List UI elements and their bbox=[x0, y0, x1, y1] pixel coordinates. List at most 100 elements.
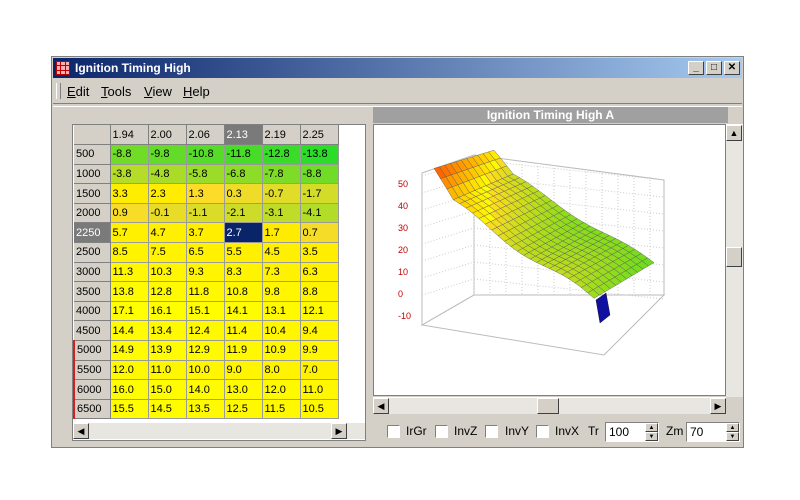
table-cell[interactable]: -10.8 bbox=[186, 144, 225, 165]
table-horizontal-scrollbar[interactable]: ◀ ▶ bbox=[73, 422, 365, 439]
scroll-right-button[interactable]: ▶ bbox=[331, 423, 347, 439]
table-cell[interactable]: -6.8 bbox=[224, 164, 263, 185]
table-cell[interactable]: -9.8 bbox=[148, 144, 187, 165]
table-cell[interactable]: -8.8 bbox=[300, 164, 339, 185]
row-header[interactable]: 6000 bbox=[73, 379, 111, 400]
table-cell[interactable]: -0.1 bbox=[148, 203, 187, 224]
scroll-up-button[interactable]: ▲ bbox=[726, 125, 742, 141]
table-cell[interactable]: 7.5 bbox=[148, 242, 187, 263]
column-header[interactable]: 2.19 bbox=[262, 125, 301, 146]
table-cell[interactable]: 12.5 bbox=[224, 399, 263, 420]
row-header[interactable]: 5000 bbox=[73, 340, 111, 361]
zm-down-button[interactable]: ▼ bbox=[726, 432, 739, 441]
table-cell[interactable]: 9.8 bbox=[262, 281, 301, 302]
table-cell[interactable]: 2.7 bbox=[224, 222, 263, 244]
plot-scroll-left-button[interactable]: ◀ bbox=[373, 398, 389, 414]
table-cell[interactable]: -12.8 bbox=[262, 144, 301, 165]
table-cell[interactable]: 10.0 bbox=[186, 360, 225, 381]
table-cell[interactable]: 11.9 bbox=[224, 340, 263, 361]
invy-checkbox[interactable] bbox=[485, 425, 498, 438]
table-cell[interactable]: 0.7 bbox=[300, 222, 339, 244]
plot-vertical-scrollbar[interactable]: ▲ bbox=[726, 124, 743, 397]
table-cell[interactable]: 14.1 bbox=[224, 301, 263, 322]
plot-horizontal-scrollbar[interactable]: ◀ ▶ bbox=[373, 397, 726, 414]
table-cell[interactable]: 13.0 bbox=[224, 379, 263, 400]
row-header[interactable]: 1000 bbox=[74, 164, 111, 185]
row-header[interactable]: 500 bbox=[74, 144, 111, 165]
table-cell[interactable]: -4.8 bbox=[148, 164, 187, 185]
table-cell[interactable]: -5.8 bbox=[186, 164, 225, 185]
column-header[interactable]: 2.06 bbox=[186, 125, 225, 146]
table-cell[interactable]: 13.9 bbox=[148, 340, 187, 361]
table-cell[interactable]: 15.5 bbox=[110, 399, 149, 420]
row-header[interactable]: 4500 bbox=[74, 320, 111, 342]
table-cell[interactable]: -1.7 bbox=[300, 183, 339, 204]
table-cell[interactable]: 10.4 bbox=[262, 320, 301, 342]
row-header[interactable]: 2000 bbox=[74, 203, 111, 224]
column-header[interactable]: 2.00 bbox=[148, 125, 187, 146]
table-cell[interactable]: 16.0 bbox=[110, 379, 149, 400]
tr-down-button[interactable]: ▼ bbox=[645, 432, 658, 441]
table-cell[interactable]: 14.4 bbox=[110, 320, 149, 342]
table-cell[interactable]: -11.8 bbox=[224, 144, 263, 165]
table-cell[interactable]: 3.7 bbox=[186, 222, 225, 244]
table-cell[interactable]: 6.3 bbox=[300, 262, 339, 283]
column-header[interactable]: 2.13 bbox=[224, 125, 263, 146]
table-cell[interactable]: 13.1 bbox=[262, 301, 301, 322]
scroll-left-button[interactable]: ◀ bbox=[73, 423, 89, 439]
table-cell[interactable]: 11.3 bbox=[110, 262, 149, 283]
title-bar[interactable]: Ignition Timing High _ □ ✕ bbox=[53, 58, 742, 78]
menu-edit[interactable]: Edit bbox=[67, 84, 89, 99]
table-cell[interactable]: 8.3 bbox=[224, 262, 263, 283]
table-cell[interactable]: -2.1 bbox=[224, 203, 263, 224]
table-cell[interactable]: 11.8 bbox=[186, 281, 225, 302]
table-cell[interactable]: 6.5 bbox=[186, 242, 225, 263]
table-cell[interactable]: 10.5 bbox=[300, 399, 339, 420]
row-header[interactable]: 3500 bbox=[74, 281, 111, 302]
table-cell[interactable]: 8.5 bbox=[110, 242, 149, 263]
table-cell[interactable]: 2.3 bbox=[148, 183, 187, 204]
minimize-button[interactable]: _ bbox=[688, 61, 704, 75]
table-cell[interactable]: 12.1 bbox=[300, 301, 339, 322]
table-cell[interactable]: 16.1 bbox=[148, 301, 187, 322]
table-cell[interactable]: 8.0 bbox=[262, 360, 301, 381]
table-cell[interactable]: -1.1 bbox=[186, 203, 225, 224]
vertical-scroll-thumb[interactable] bbox=[726, 247, 742, 267]
zm-up-button[interactable]: ▲ bbox=[726, 423, 739, 432]
table-cell[interactable]: 7.3 bbox=[262, 262, 301, 283]
table-cell[interactable]: 10.3 bbox=[148, 262, 187, 283]
table-cell[interactable]: 9.3 bbox=[186, 262, 225, 283]
table-cell[interactable]: -3.8 bbox=[110, 164, 149, 185]
column-header[interactable]: 2.25 bbox=[300, 125, 339, 146]
table-cell[interactable]: 14.0 bbox=[186, 379, 225, 400]
column-header[interactable]: 1.94 bbox=[110, 125, 149, 146]
irgr-checkbox[interactable] bbox=[387, 425, 400, 438]
row-header[interactable]: 1500 bbox=[74, 183, 111, 204]
table-cell[interactable]: -7.8 bbox=[262, 164, 301, 185]
table-cell[interactable]: 3.5 bbox=[300, 242, 339, 263]
table-cell[interactable]: 10.8 bbox=[224, 281, 263, 302]
table-cell[interactable]: -8.8 bbox=[110, 144, 149, 165]
table-cell[interactable]: 0.9 bbox=[110, 203, 149, 224]
table-cell[interactable]: 15.0 bbox=[148, 379, 187, 400]
menu-view[interactable]: View bbox=[144, 84, 172, 99]
maximize-button[interactable]: □ bbox=[706, 61, 722, 75]
invz-checkbox[interactable] bbox=[435, 425, 448, 438]
table-cell[interactable]: 8.8 bbox=[300, 281, 339, 302]
table-cell[interactable]: 12.8 bbox=[148, 281, 187, 302]
table-cell[interactable]: 1.7 bbox=[262, 222, 301, 244]
table-cell[interactable]: 5.7 bbox=[110, 222, 149, 244]
table-cell[interactable]: 17.1 bbox=[110, 301, 149, 322]
table-cell[interactable]: 15.1 bbox=[186, 301, 225, 322]
table-cell[interactable]: 13.4 bbox=[148, 320, 187, 342]
table-cell[interactable]: -3.1 bbox=[262, 203, 301, 224]
table-cell[interactable]: 5.5 bbox=[224, 242, 263, 263]
row-header[interactable]: 5500 bbox=[73, 360, 111, 381]
row-header[interactable]: 6500 bbox=[73, 399, 111, 420]
table-cell[interactable]: 11.4 bbox=[224, 320, 263, 342]
menu-tools[interactable]: Tools bbox=[101, 84, 131, 99]
surface-plot-area[interactable]: 50 40 30 20 10 0 -10 bbox=[373, 124, 726, 396]
table-cell[interactable]: 14.9 bbox=[110, 340, 149, 361]
table-cell[interactable]: -4.1 bbox=[300, 203, 339, 224]
plot-scroll-right-button[interactable]: ▶ bbox=[710, 398, 726, 414]
